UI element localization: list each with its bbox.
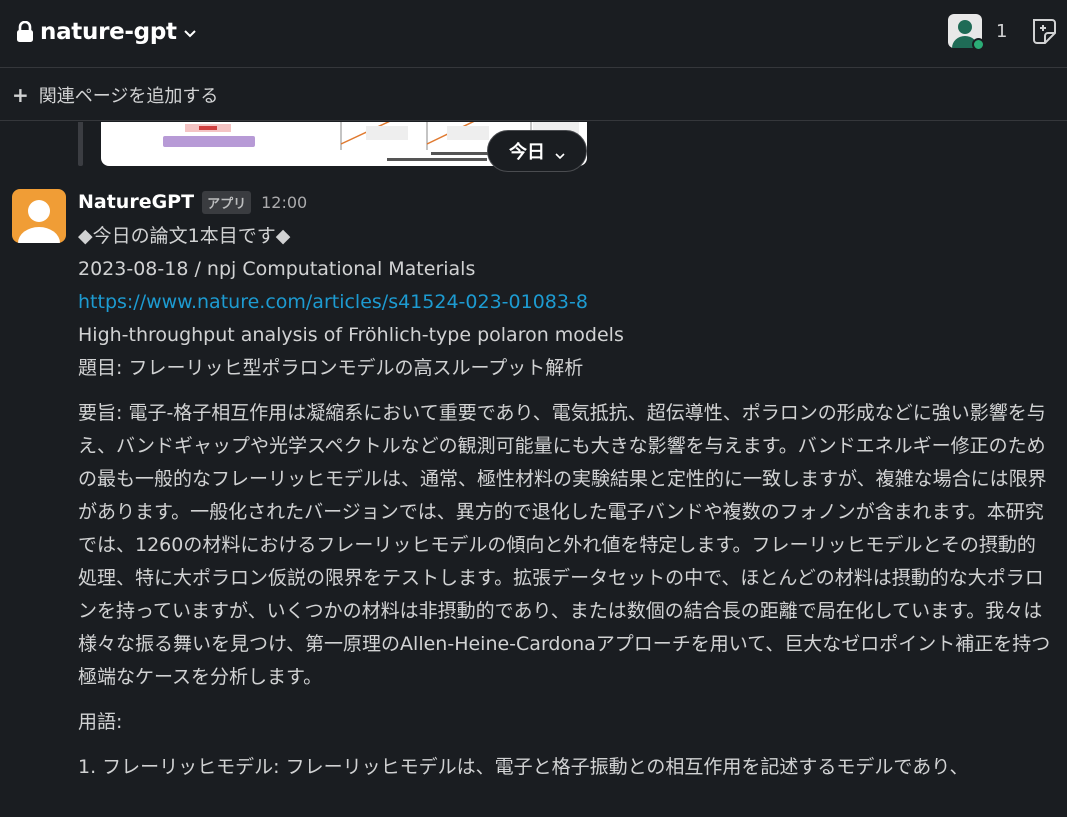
message-header: NatureGPT アプリ 12:00	[78, 188, 307, 216]
message-list: 今日 NatureGPT アプリ 12:00 ◆今日の論文1本目です◆ 2023…	[0, 122, 1067, 817]
chevron-down-icon	[183, 25, 197, 39]
paper-meta: 2023-08-18 / npj Computational Materials	[78, 258, 476, 280]
channel-header: nature-gpt 1	[0, 0, 1067, 68]
paper-title: High-throughput analysis of Fröhlich-typ…	[78, 324, 624, 346]
date-divider-pill[interactable]: 今日	[487, 130, 587, 172]
author-name[interactable]: NatureGPT	[78, 191, 194, 213]
lock-icon	[16, 20, 34, 43]
paper-title-jp: 題目: フレーリッヒ型ポラロンモデルの高スループット解析	[78, 357, 584, 379]
terms-heading: 用語:	[78, 711, 123, 733]
channel-name-button[interactable]: nature-gpt	[16, 17, 197, 47]
add-bookmark-button[interactable]: + 関連ページを追加する	[12, 82, 218, 108]
paper-link[interactable]: https://www.nature.com/articles/s41524-0…	[78, 286, 1053, 319]
members-button[interactable]: 1	[948, 14, 1008, 51]
canvas-icon[interactable]	[1028, 16, 1058, 46]
message-title: ◆今日の論文1本目です◆	[78, 225, 291, 247]
online-status-dot	[972, 38, 985, 51]
app-badge: アプリ	[202, 190, 252, 214]
member-count: 1	[996, 20, 1008, 42]
chevron-down-icon	[555, 146, 565, 160]
summary-text: 要旨: 電子-格子相互作用は凝縮系において重要であり、電気抵抗、超伝導性、ポラロ…	[78, 402, 1051, 688]
bookmarks-bar: + 関連ページを追加する	[0, 69, 1067, 121]
message-body: ◆今日の論文1本目です◆ 2023-08-18 / npj Computatio…	[78, 220, 1053, 784]
bot-avatar-icon[interactable]	[12, 189, 66, 243]
term-item: 1. フレーリッヒモデル: フレーリッヒモデルは、電子と格子振動との相互作用を記…	[78, 756, 969, 778]
channel-name: nature-gpt	[40, 19, 177, 45]
date-label: 今日	[509, 142, 545, 163]
message-timestamp[interactable]: 12:00	[261, 193, 307, 212]
attachment-bar	[78, 122, 83, 166]
member-avatar-icon	[948, 14, 985, 51]
plus-icon: +	[12, 82, 29, 107]
add-bookmark-label: 関連ページを追加する	[38, 85, 219, 107]
